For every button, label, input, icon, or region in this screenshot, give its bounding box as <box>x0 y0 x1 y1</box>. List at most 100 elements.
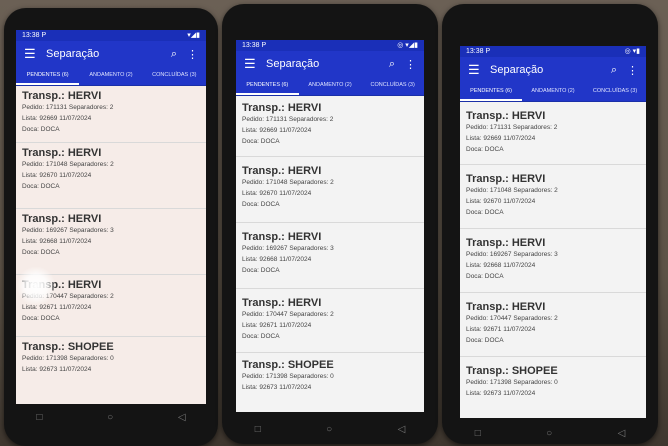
status-bar: 13:38 P ▾◢▮ <box>16 30 206 41</box>
tab-concluidas[interactable]: CONCLUÍDAS (3) <box>361 77 424 95</box>
item-order: Pedido: 171131 Separadores: 2 <box>466 124 558 131</box>
list-item[interactable]: Transp.: HERVI Pedido: 169267 Separadore… <box>236 223 424 289</box>
item-list: Lista: 92673 11/07/2024 <box>242 384 312 391</box>
recents-icon[interactable]: □ <box>255 424 261 435</box>
phone-screen: 13:38 P ▾◢▮ ☰ Separação ⌕ ⋮ PENDENTES (6… <box>16 30 206 404</box>
item-order: Pedido: 171048 Separadores: 2 <box>242 179 334 186</box>
menu-icon[interactable]: ☰ <box>24 46 46 62</box>
phone-middle: 13:38 P ◎ ▾◢▮ ☰ Separação ⌕ ⋮ PENDENTES … <box>222 4 438 444</box>
item-list: Lista: 92673 11/07/2024 <box>22 366 92 373</box>
item-list: Lista: 92670 11/07/2024 <box>466 198 536 205</box>
status-time: 13:38 P <box>242 42 267 49</box>
item-order: Pedido: 171398 Separadores: 0 <box>466 379 558 386</box>
tab-andamento[interactable]: ANDAMENTO (2) <box>522 83 584 101</box>
list-item[interactable]: Transp.: HERVI Pedido: 171131 Separadore… <box>236 96 424 157</box>
recents-icon[interactable]: □ <box>475 428 481 439</box>
list-item[interactable]: Transp.: HERVI Pedido: 171048 Separadore… <box>236 157 424 223</box>
list-item[interactable]: Transp.: HERVI Pedido: 171131 Separadore… <box>16 86 206 143</box>
app-bar: ☰ Separação ⌕ ⋮ <box>460 57 646 83</box>
item-list: Lista: 92669 11/07/2024 <box>466 135 536 142</box>
item-title: Transp.: HERVI <box>466 173 546 185</box>
item-dock: Doca: DOCA <box>242 138 280 145</box>
status-time: 13:38 P <box>466 48 491 55</box>
item-list: Lista: 92671 11/07/2024 <box>22 304 92 311</box>
item-title: Transp.: SHOPEE <box>466 365 558 377</box>
page-title: Separação <box>490 64 544 76</box>
tab-andamento[interactable]: ANDAMENTO (2) <box>79 67 142 85</box>
search-icon[interactable]: ⌕ <box>171 48 177 61</box>
item-dock: Doca: DOCA <box>466 337 504 344</box>
item-dock: Doca: DOCA <box>466 209 504 216</box>
tab-pendentes[interactable]: PENDENTES (6) <box>236 77 299 95</box>
tab-bar: PENDENTES (6) ANDAMENTO (2) CONCLUÍDAS (… <box>16 67 206 86</box>
item-dock: Doca: DOCA <box>22 126 60 133</box>
list-item[interactable]: Transp.: HERVI Pedido: 171131 Separadore… <box>460 102 646 165</box>
phone-screen: 13:38 P ◎ ▾▮ ☰ Separação ⌕ ⋮ PENDENTES (… <box>460 46 646 418</box>
item-title: Transp.: HERVI <box>242 165 322 177</box>
more-vert-icon[interactable]: ⋮ <box>405 58 416 71</box>
search-icon[interactable]: ⌕ <box>611 64 617 77</box>
tab-concluidas[interactable]: CONCLUÍDAS (3) <box>584 83 646 101</box>
item-dock: Doca: DOCA <box>22 183 60 190</box>
item-title: Transp.: HERVI <box>22 213 102 225</box>
item-dock: Doca: DOCA <box>242 267 280 274</box>
home-icon[interactable]: ○ <box>107 412 113 423</box>
page-title: Separação <box>46 48 100 60</box>
menu-icon[interactable]: ☰ <box>468 62 490 78</box>
page-title: Separação <box>266 58 320 70</box>
item-dock: Doca: DOCA <box>242 333 280 340</box>
order-list: Transp.: HERVI Pedido: 171131 Separadore… <box>16 86 206 404</box>
status-bar: 13:38 P ◎ ▾▮ <box>460 46 646 57</box>
back-icon[interactable]: ◁ <box>398 424 406 435</box>
list-item[interactable]: Transp.: SHOPEE Pedido: 171398 Separador… <box>236 353 424 396</box>
item-title: Transp.: SHOPEE <box>242 359 334 371</box>
status-bar: 13:38 P ◎ ▾◢▮ <box>236 40 424 51</box>
phone-left: 13:38 P ▾◢▮ ☰ Separação ⌕ ⋮ PENDENTES (6… <box>4 8 218 446</box>
signal-battery-icon: ◎ ▾▮ <box>624 48 640 55</box>
light-glare <box>16 266 56 306</box>
list-item[interactable]: Transp.: HERVI Pedido: 170447 Separadore… <box>236 289 424 353</box>
tab-concluidas[interactable]: CONCLUÍDAS (3) <box>143 67 206 85</box>
item-order: Pedido: 171131 Separadores: 2 <box>22 104 114 111</box>
item-order: Pedido: 170447 Separadores: 2 <box>466 315 558 322</box>
item-list: Lista: 92671 11/07/2024 <box>466 326 536 333</box>
menu-icon[interactable]: ☰ <box>244 56 266 72</box>
item-list: Lista: 92668 11/07/2024 <box>466 262 536 269</box>
order-list: Transp.: HERVI Pedido: 171131 Separadore… <box>460 102 646 418</box>
search-icon[interactable]: ⌕ <box>389 58 395 71</box>
item-title: Transp.: HERVI <box>242 297 322 309</box>
list-item[interactable]: Transp.: SHOPEE Pedido: 171398 Separador… <box>16 337 206 378</box>
item-dock: Doca: DOCA <box>22 249 60 256</box>
item-dock: Doca: DOCA <box>466 146 504 153</box>
item-title: Transp.: HERVI <box>466 110 546 122</box>
list-item[interactable]: Transp.: HERVI Pedido: 171048 Separadore… <box>16 143 206 209</box>
tab-andamento[interactable]: ANDAMENTO (2) <box>299 77 362 95</box>
home-icon[interactable]: ○ <box>546 428 552 439</box>
tab-pendentes[interactable]: PENDENTES (6) <box>16 67 80 85</box>
item-list: Lista: 92669 11/07/2024 <box>22 115 92 122</box>
item-order: Pedido: 171048 Separadores: 2 <box>22 161 114 168</box>
phone-screen: 13:38 P ◎ ▾◢▮ ☰ Separação ⌕ ⋮ PENDENTES … <box>236 40 424 412</box>
nav-bar: □ ○ ◁ <box>442 422 658 444</box>
item-title: Transp.: HERVI <box>22 90 102 102</box>
list-item[interactable]: Transp.: HERVI Pedido: 169267 Separadore… <box>460 229 646 293</box>
more-vert-icon[interactable]: ⋮ <box>187 48 198 61</box>
recents-icon[interactable]: □ <box>36 412 42 423</box>
back-icon[interactable]: ◁ <box>178 412 186 423</box>
more-vert-icon[interactable]: ⋮ <box>627 64 638 77</box>
app-bar: ☰ Separação ⌕ ⋮ <box>236 51 424 77</box>
list-item[interactable]: Transp.: HERVI Pedido: 171048 Separadore… <box>460 165 646 229</box>
item-order: Pedido: 169267 Separadores: 3 <box>466 251 558 258</box>
item-list: Lista: 92669 11/07/2024 <box>242 127 312 134</box>
item-order: Pedido: 171131 Separadores: 2 <box>242 116 334 123</box>
tab-pendentes[interactable]: PENDENTES (6) <box>460 83 522 101</box>
item-list: Lista: 92670 11/07/2024 <box>242 190 312 197</box>
back-icon[interactable]: ◁ <box>618 428 626 439</box>
nav-bar: □ ○ ◁ <box>4 406 218 428</box>
item-list: Lista: 92671 11/07/2024 <box>242 322 312 329</box>
list-item[interactable]: Transp.: HERVI Pedido: 170447 Separadore… <box>460 293 646 357</box>
home-icon[interactable]: ○ <box>326 424 332 435</box>
list-item[interactable]: Transp.: SHOPEE Pedido: 171398 Separador… <box>460 357 646 402</box>
item-dock: Doca: DOCA <box>466 273 504 280</box>
list-item[interactable]: Transp.: HERVI Pedido: 169267 Separadore… <box>16 209 206 275</box>
